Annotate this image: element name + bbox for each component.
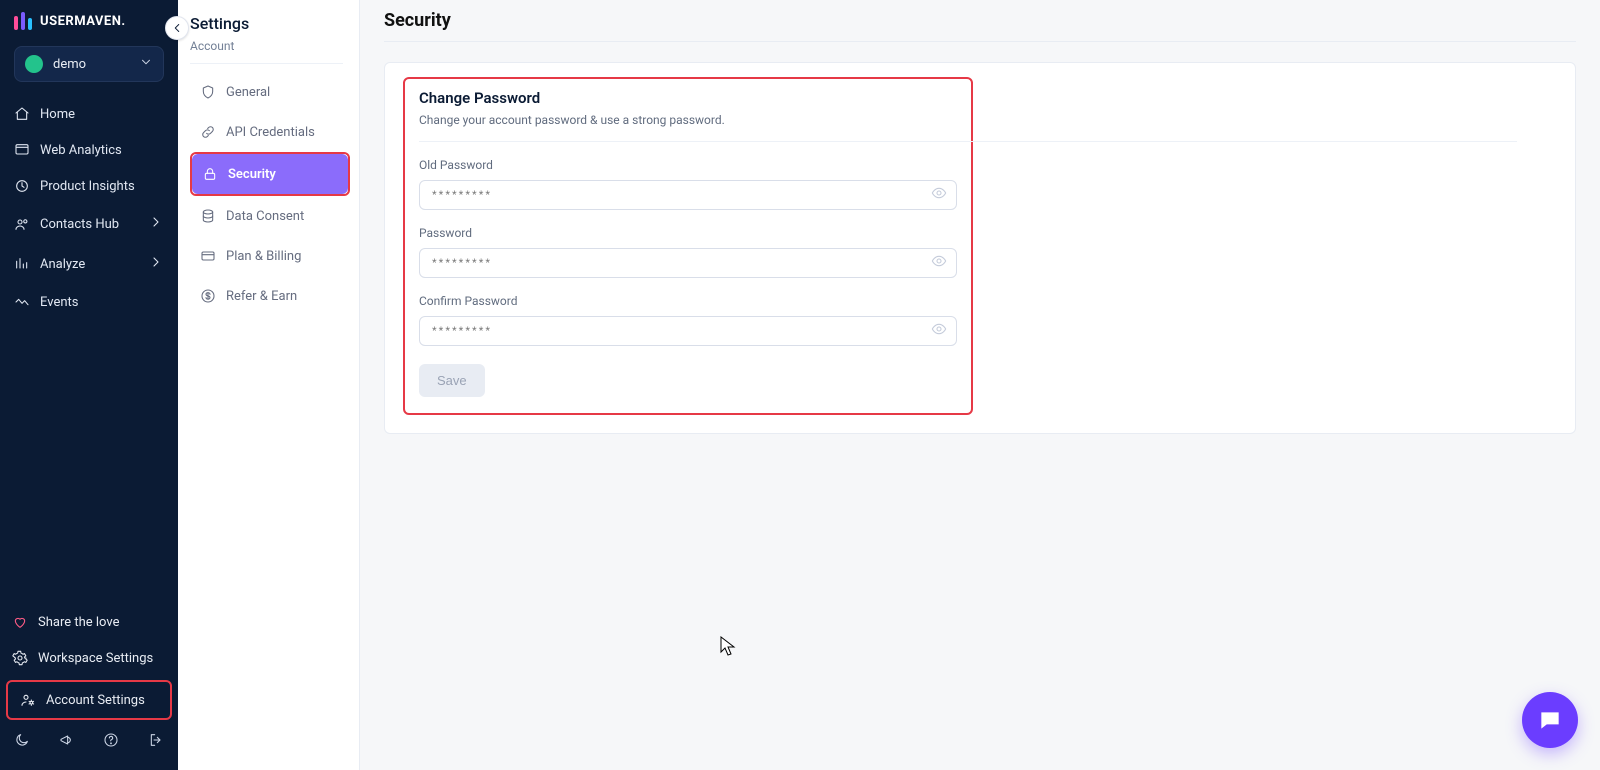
eye-icon[interactable] — [931, 321, 947, 341]
brand: USERMAVEN. — [0, 0, 178, 36]
card-icon — [200, 248, 216, 264]
chevron-left-icon — [170, 21, 184, 35]
card-heading: Change Password — [419, 89, 957, 107]
new-password-label: Password — [419, 226, 957, 240]
cursor-icon — [720, 636, 736, 660]
help-icon[interactable] — [103, 732, 119, 752]
workspace-switcher[interactable]: demo — [14, 46, 164, 82]
link-icon — [200, 124, 216, 140]
chat-widget[interactable] — [1522, 692, 1578, 748]
nav-workspace-settings-label: Workspace Settings — [38, 651, 153, 666]
nav-home[interactable]: Home — [2, 96, 176, 132]
gear-icon — [12, 650, 28, 666]
confirm-password-label: Confirm Password — [419, 294, 957, 308]
nav-account-settings-label: Account Settings — [46, 693, 145, 708]
workspace-name: demo — [53, 57, 86, 72]
heart-icon — [12, 614, 28, 630]
eye-icon[interactable] — [931, 253, 947, 273]
settings-item-refer-earn[interactable]: Refer & Earn — [190, 276, 351, 316]
nav-account-settings[interactable]: Account Settings — [6, 680, 172, 720]
announcements-icon[interactable] — [59, 732, 75, 752]
page-title: Security — [384, 10, 1576, 31]
nav-analyze[interactable]: Analyze — [2, 244, 176, 284]
settings-sidebar: Settings Account General API Credentials… — [178, 0, 360, 770]
brand-logo-icon — [14, 12, 32, 30]
nav-home-label: Home — [40, 107, 75, 122]
settings-item-label: Data Consent — [226, 209, 304, 224]
workspace-avatar — [25, 55, 43, 73]
highlight-box: Security — [190, 152, 350, 196]
nav-events[interactable]: Events — [2, 284, 176, 320]
settings-item-general[interactable]: General — [190, 72, 351, 112]
change-password-card: Change Password Change your account pass… — [384, 62, 1576, 434]
main-content: Security Change Password Change your acc… — [360, 0, 1600, 770]
settings-item-label: Refer & Earn — [226, 289, 297, 304]
settings-subtitle: Account — [190, 39, 351, 53]
nav-web-analytics-label: Web Analytics — [40, 143, 122, 158]
product-insights-icon — [14, 178, 30, 194]
shield-icon — [200, 84, 216, 100]
home-icon — [14, 106, 30, 122]
settings-item-label: General — [226, 85, 270, 100]
eye-icon[interactable] — [931, 185, 947, 205]
nav-share-love-label: Share the love — [38, 615, 119, 630]
settings-item-label: API Credentials — [226, 125, 315, 140]
nav-product-insights[interactable]: Product Insights — [2, 168, 176, 204]
logout-icon[interactable] — [148, 732, 164, 752]
settings-item-plan-billing[interactable]: Plan & Billing — [190, 236, 351, 276]
nav-contacts-hub[interactable]: Contacts Hub — [2, 204, 176, 244]
settings-item-label: Security — [228, 167, 276, 182]
events-icon — [14, 294, 30, 310]
new-password-input[interactable] — [419, 248, 957, 278]
sidebar-bottom: Share the love Workspace Settings Accoun… — [0, 604, 178, 770]
chevron-right-icon — [148, 214, 164, 234]
settings-item-data-consent[interactable]: Data Consent — [190, 196, 351, 236]
nav-events-label: Events — [40, 295, 78, 310]
sidebar-toolbar — [0, 724, 178, 762]
field-old-password: Old Password — [419, 158, 957, 210]
field-confirm-password: Confirm Password — [419, 294, 957, 346]
nav-web-analytics[interactable]: Web Analytics — [2, 132, 176, 168]
primary-nav: Home Web Analytics Product Insights Cont… — [0, 94, 178, 322]
confirm-password-input[interactable] — [419, 316, 957, 346]
user-settings-icon — [20, 692, 36, 708]
lock-icon — [202, 166, 218, 182]
settings-item-api[interactable]: API Credentials — [190, 112, 351, 152]
theme-toggle-icon[interactable] — [14, 732, 30, 752]
settings-item-label: Plan & Billing — [226, 249, 301, 264]
old-password-label: Old Password — [419, 158, 957, 172]
nav-contacts-hub-label: Contacts Hub — [40, 217, 119, 232]
chevron-down-icon — [139, 55, 153, 73]
divider — [190, 63, 343, 64]
chat-icon — [1537, 707, 1563, 733]
field-new-password: Password — [419, 226, 957, 278]
nav-share-love[interactable]: Share the love — [0, 604, 178, 640]
dollar-icon — [200, 288, 216, 304]
card-description: Change your account password & use a str… — [419, 113, 957, 127]
settings-item-security[interactable]: Security — [192, 154, 348, 194]
save-button[interactable]: Save — [419, 364, 485, 397]
web-analytics-icon — [14, 142, 30, 158]
main-sidebar: USERMAVEN. demo Home Web Analytics Produ… — [0, 0, 178, 770]
nav-analyze-label: Analyze — [40, 257, 85, 272]
settings-title: Settings — [190, 14, 351, 33]
analyze-icon — [14, 256, 30, 272]
contacts-icon — [14, 216, 30, 232]
brand-name: USERMAVEN. — [40, 14, 126, 29]
collapse-sidebar-button[interactable] — [165, 16, 189, 40]
highlight-box: Change Password Change your account pass… — [403, 77, 973, 415]
chevron-right-icon — [148, 254, 164, 274]
database-icon — [200, 208, 216, 224]
old-password-input[interactable] — [419, 180, 957, 210]
divider — [384, 41, 1576, 42]
nav-workspace-settings[interactable]: Workspace Settings — [0, 640, 178, 676]
divider — [419, 141, 1517, 142]
nav-product-insights-label: Product Insights — [40, 179, 135, 194]
